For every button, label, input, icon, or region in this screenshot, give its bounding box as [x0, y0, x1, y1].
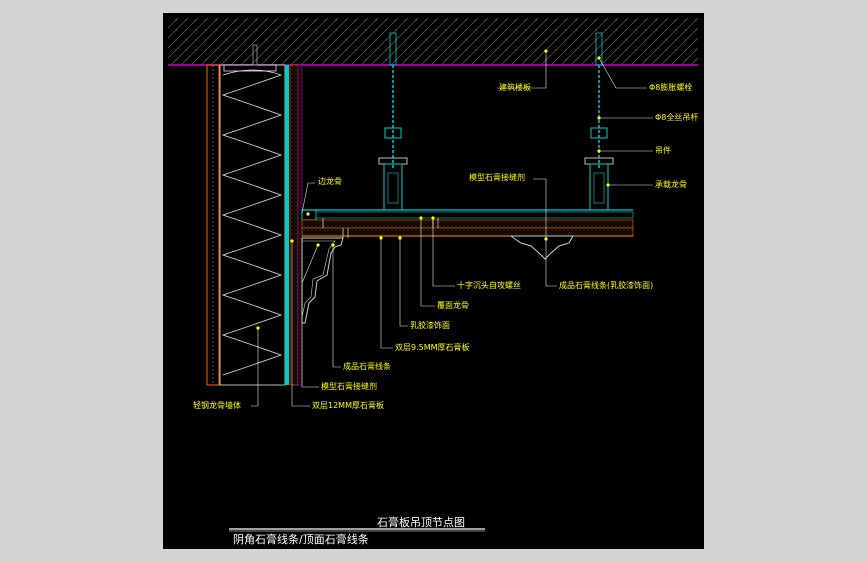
drawing-subtitle: 阴角石膏线条/顶面石膏线条 — [233, 533, 369, 546]
label-steel-stud-wall: 轻钢龙骨墙体 — [193, 401, 241, 410]
label-double-gypsum-12: 双层12MM厚石膏板 — [312, 401, 384, 410]
label-edge-keel: 边龙骨 — [318, 177, 342, 186]
label-full-thread-rod: Φ8全丝吊杆 — [655, 113, 699, 122]
drawing-title: 石膏板吊顶节点图 — [377, 516, 465, 529]
label-finished-moulding-paint: 成品石膏线条(乳胶漆饰面) — [559, 281, 654, 290]
ceiling-gypsum-moulding — [509, 235, 574, 260]
label-main-keel: 承载龙骨 — [655, 180, 687, 189]
label-cover-keel: 覆面龙骨 — [437, 301, 469, 310]
label-latex-paint: 乳胶漆饰面 — [410, 321, 450, 330]
steel-stud-wall — [206, 64, 303, 386]
label-cross-screw: 十字沉头自攻螺丝 — [457, 281, 521, 290]
gypsum-board-layer-1 — [301, 219, 634, 229]
concrete-slab — [168, 18, 698, 65]
corner-gypsum-moulding — [301, 237, 344, 324]
label-building-slab: 建筑楼板 — [499, 83, 531, 92]
label-finished-moulding: 成品石膏线条 — [343, 362, 391, 371]
ceiling-assembly — [301, 209, 634, 238]
label-expansion-bolt: Φ8膨胀螺栓 — [649, 83, 693, 92]
cad-drawing-canvas: 建筑楼板 Φ8膨胀螺栓 Φ8全丝吊杆 吊件 承载龙骨 边龙骨 模型石膏接缝剂 十… — [163, 13, 704, 549]
label-gypsum-joint: 模型石膏接缝剂 — [469, 173, 525, 182]
gypsum-board-layer-2 — [301, 227, 634, 237]
label-gypsum-joint-2: 模型石膏接缝剂 — [321, 382, 377, 391]
label-hanger: 吊件 — [655, 146, 671, 155]
label-double-gypsum-95: 双层9.5MM厚石膏板 — [395, 343, 470, 352]
